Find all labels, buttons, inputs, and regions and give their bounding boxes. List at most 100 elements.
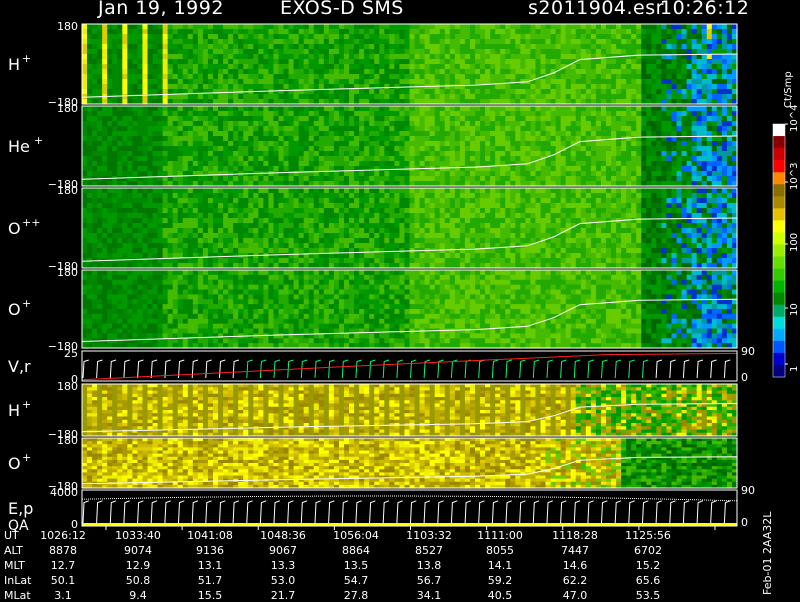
- heatmap-cell: [671, 121, 678, 127]
- heatmap-cell: [263, 198, 270, 204]
- heatmap-cell: [696, 74, 703, 80]
- heatmap-cell: [223, 228, 229, 234]
- heatmap-cell: [595, 79, 602, 85]
- heatmap-cell: [354, 24, 360, 30]
- heatmap-cell: [197, 146, 204, 152]
- heatmap-cell: [525, 29, 532, 35]
- heatmap-cell: [172, 188, 179, 194]
- heatmap-cell: [520, 89, 526, 95]
- heatmap-cell: [631, 84, 637, 90]
- heatmap-cell: [429, 126, 436, 132]
- heatmap-cell: [258, 111, 264, 117]
- heatmap-cell: [354, 79, 360, 85]
- heatmap-cell: [600, 44, 607, 50]
- heatmap-cell: [696, 166, 703, 172]
- heatmap-cell: [313, 208, 320, 214]
- heatmap-cell: [207, 49, 214, 55]
- heatmap-cell: [202, 156, 209, 162]
- heatmap-cell: [132, 161, 139, 167]
- heatmap-cell: [338, 223, 345, 229]
- heatmap-cell: [641, 94, 647, 100]
- heatmap-cell: [480, 126, 486, 132]
- heatmap-cell: [182, 258, 189, 264]
- heatmap-cell: [485, 44, 491, 50]
- heatmap-cell: [706, 89, 713, 95]
- heatmap-cell: [263, 203, 270, 209]
- heatmap-cell: [213, 161, 219, 167]
- heatmap-cell: [394, 121, 401, 127]
- heatmap-cell: [454, 121, 461, 127]
- heatmap-cell: [192, 198, 199, 204]
- heatmap-cell: [404, 59, 411, 65]
- heatmap-cell: [328, 136, 335, 142]
- heatmap-cell: [233, 74, 239, 80]
- heatmap-cell: [107, 74, 113, 80]
- heatmap-cell: [469, 39, 476, 45]
- heatmap-cell: [92, 49, 98, 55]
- heatmap-cell: [142, 218, 149, 224]
- heatmap-cell: [444, 161, 451, 167]
- heatmap-cell: [218, 243, 224, 249]
- heatmap-cell: [414, 121, 421, 127]
- heatmap-cell: [500, 111, 506, 117]
- heatmap-cell: [142, 233, 149, 239]
- heatmap-cell: [223, 94, 229, 100]
- heatmap-cell: [288, 243, 295, 249]
- heatmap-cell: [651, 69, 657, 75]
- heatmap-cell: [92, 146, 98, 152]
- heatmap-cell: [202, 29, 209, 35]
- heatmap-cell: [268, 59, 275, 65]
- heatmap-cell: [716, 106, 723, 112]
- heatmap-cell: [253, 151, 259, 157]
- heatmap-cell: [600, 161, 607, 167]
- heatmap-cell: [333, 126, 340, 132]
- heatmap-cell: [117, 161, 123, 167]
- heatmap-cell: [142, 166, 149, 172]
- heatmap-cell: [394, 44, 401, 50]
- heatmap-cell: [490, 131, 496, 137]
- heatmap-cell: [268, 49, 275, 55]
- heatmap-cell: [469, 54, 476, 60]
- heatmap-cell: [298, 188, 305, 194]
- heatmap-cell: [323, 121, 330, 127]
- heatmap-cell: [182, 116, 189, 122]
- heatmap-cell: [404, 151, 411, 157]
- heatmap-cell: [414, 79, 421, 85]
- heatmap-cell: [500, 141, 506, 147]
- heatmap-cell: [268, 176, 275, 182]
- heatmap-cell: [167, 166, 174, 172]
- heatmap-cell: [701, 141, 708, 147]
- heatmap-cell: [122, 238, 128, 244]
- heatmap-cell: [207, 238, 214, 244]
- heatmap-cell: [424, 116, 431, 122]
- heatmap-cell: [595, 166, 602, 172]
- heatmap-cell: [530, 126, 537, 132]
- heatmap-cell: [258, 64, 264, 70]
- heatmap-cell: [505, 89, 511, 95]
- heatmap-cell: [298, 116, 305, 122]
- heatmap-cell: [495, 64, 501, 70]
- heatmap-cell: [238, 44, 244, 50]
- heatmap-cell: [318, 188, 325, 194]
- heatmap-cell: [424, 94, 431, 100]
- heatmap-cell: [409, 34, 416, 40]
- heatmap-cell: [157, 188, 164, 194]
- heatmap-cell: [364, 44, 370, 50]
- heatmap-cell: [127, 29, 133, 35]
- heatmap-cell: [480, 89, 486, 95]
- heatmap-cell: [570, 146, 577, 152]
- heatmap-cell: [686, 24, 693, 30]
- heatmap-cell: [374, 111, 380, 117]
- heatmap-cell: [273, 233, 280, 239]
- heatmap-cell: [278, 136, 285, 142]
- heatmap-cell: [696, 156, 703, 162]
- heatmap-cell: [157, 64, 164, 70]
- heatmap-cell: [132, 89, 139, 95]
- heatmap-cell: [137, 248, 144, 254]
- heatmap-cell: [540, 69, 547, 75]
- heatmap-cell: [172, 69, 179, 75]
- heatmap-cell: [434, 166, 441, 172]
- heatmap-cell: [122, 253, 128, 259]
- heatmap-cell: [192, 203, 199, 209]
- heatmap-cell: [449, 34, 456, 40]
